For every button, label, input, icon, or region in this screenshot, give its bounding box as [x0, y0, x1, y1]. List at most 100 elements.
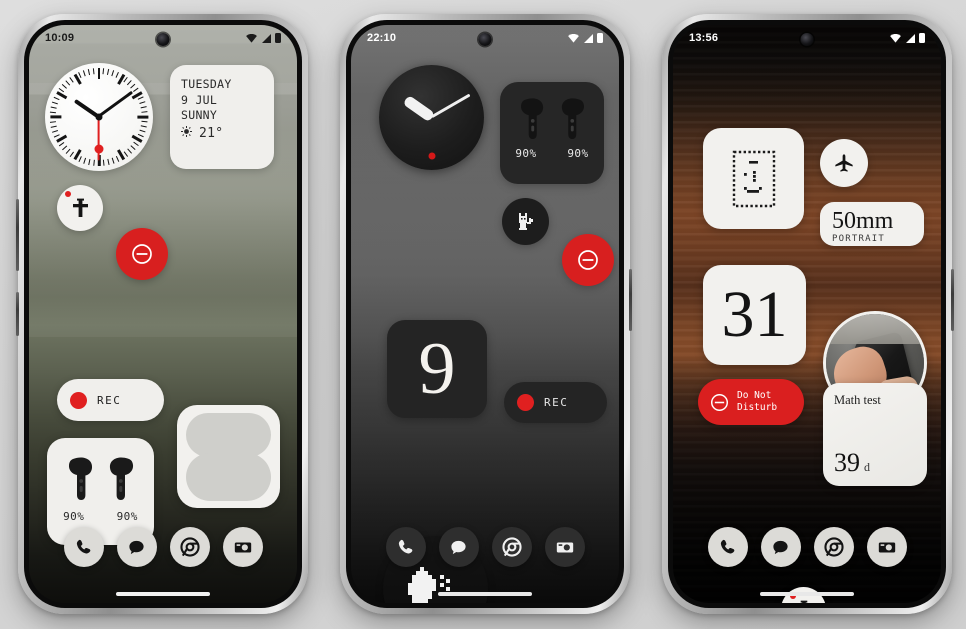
countdown-widget[interactable]: Math test 39 d: [823, 383, 927, 486]
message-bubble-icon: [773, 540, 788, 554]
weather-condition: SUNNY: [181, 108, 218, 122]
clock-minute-hand: [430, 93, 471, 119]
date-widget[interactable]: 9: [387, 320, 487, 418]
analog-clock-widget[interactable]: [45, 63, 153, 171]
minus-circle-icon: [578, 250, 598, 270]
do-not-disturb-pill[interactable]: Do Not Disturb: [698, 379, 804, 425]
dock-chrome[interactable]: [169, 527, 210, 567]
camera-lens-widget[interactable]: 50mm PORTRAIT: [820, 202, 924, 246]
earbuds-battery-widget[interactable]: 90% 90%: [500, 82, 604, 184]
do-not-disturb-toggle[interactable]: [116, 228, 168, 280]
chrome-icon: [823, 537, 844, 557]
right-earbud-battery: 90%: [567, 147, 589, 160]
flashlight-icon: [72, 198, 88, 217]
phone-bezel-3: 13:56 50mm PORTRAIT 31 Do Not Disturb Ma…: [668, 20, 946, 608]
wifi-icon: [890, 33, 901, 43]
dock-messages[interactable]: [116, 527, 157, 567]
phone-screen-2: 22:10 90% 90% 9 REC: [351, 25, 619, 603]
gesture-nav-bar-1[interactable]: [116, 592, 210, 596]
calendar-date-widget[interactable]: 31: [703, 265, 806, 365]
dock-messages[interactable]: [438, 527, 479, 567]
record-label: REC: [97, 393, 122, 407]
date-number: 9: [418, 328, 456, 410]
wifi-icon: [246, 33, 257, 43]
record-widget[interactable]: REC: [57, 379, 164, 421]
battery-icon: [275, 33, 281, 43]
phone-icon: [720, 539, 735, 554]
weather-temperature: 21°: [199, 125, 224, 141]
message-bubble-icon: [451, 540, 466, 554]
power-button-3[interactable]: [951, 269, 954, 331]
right-earbud-icon: [561, 98, 584, 140]
camera-icon: [556, 542, 573, 553]
message-bubble-icon: [129, 540, 144, 554]
status-icons-2: [568, 33, 603, 43]
case-lobe-bottom: [186, 453, 271, 501]
flashlight-icon: [800, 600, 807, 603]
dock-chrome[interactable]: [491, 527, 532, 567]
phone-device-1: 10:09 TUESDAY 9 JUL SUNNY 21° REC 90% 90…: [16, 14, 308, 614]
status-clock: 13:56: [689, 32, 719, 44]
battery-icon: [597, 33, 603, 43]
gesture-nav-bar-3[interactable]: [760, 592, 854, 596]
battery-icon: [919, 33, 925, 43]
countdown-title: Math test: [834, 393, 881, 407]
dock-chrome[interactable]: [813, 527, 854, 567]
earbuds-case-widget[interactable]: [177, 405, 280, 508]
minus-circle-icon: [710, 393, 729, 411]
cell-signal-icon: [906, 33, 915, 43]
case-lobe-top: [186, 413, 271, 457]
dock-camera[interactable]: [866, 527, 907, 567]
camera-focal-length: 50mm: [832, 208, 894, 234]
wifi-icon: [568, 33, 579, 43]
right-earbud-icon: [109, 457, 133, 500]
weather-widget[interactable]: TUESDAY 9 JUL SUNNY 21°: [170, 65, 274, 169]
flashlight-toggle[interactable]: [57, 185, 103, 231]
record-dot: [517, 394, 534, 411]
countdown-unit: d: [864, 460, 870, 474]
minus-circle-icon: [132, 244, 152, 264]
phone-device-3: 13:56 50mm PORTRAIT 31 Do Not Disturb Ma…: [662, 14, 954, 614]
airplane-mode-toggle[interactable]: [820, 139, 868, 187]
phone-face-widget[interactable]: [703, 128, 804, 229]
gesture-nav-bar-2[interactable]: [438, 592, 532, 596]
do-not-disturb-toggle[interactable]: [562, 234, 614, 286]
camera-icon: [234, 542, 251, 553]
dock-phone[interactable]: [707, 527, 748, 567]
dock-camera[interactable]: [222, 527, 263, 567]
calendar-date-number: 31: [721, 278, 788, 351]
photo-concrete-top: [826, 314, 924, 344]
dnd-label-line2: Disturb: [737, 402, 778, 413]
dock-phone[interactable]: [385, 527, 426, 567]
analog-clock-widget[interactable]: [379, 65, 484, 170]
front-camera-punchhole-2: [478, 33, 492, 46]
weather-day: TUESDAY: [181, 77, 232, 91]
phone-bezel-1: 10:09 TUESDAY 9 JUL SUNNY 21° REC 90% 90…: [24, 20, 302, 608]
record-widget[interactable]: REC: [504, 382, 607, 423]
pixel-cat-icon: [518, 212, 533, 230]
dock-phone[interactable]: [63, 527, 104, 567]
clock-second-counterweight: [94, 144, 104, 154]
phone-screen-1: 10:09 TUESDAY 9 JUL SUNNY 21° REC 90% 90…: [29, 25, 297, 603]
record-label: REC: [544, 396, 569, 409]
dock-2: [351, 527, 619, 567]
sun-icon: [181, 125, 192, 142]
phone-bezel-2: 22:10 90% 90% 9 REC: [346, 20, 624, 608]
dock-camera[interactable]: [544, 527, 585, 567]
status-icons-3: [890, 33, 925, 43]
pet-cat-toggle[interactable]: [502, 198, 549, 245]
clock-pivot: [95, 113, 103, 121]
phone-screen-3: 13:56 50mm PORTRAIT 31 Do Not Disturb Ma…: [673, 25, 941, 603]
dock-messages[interactable]: [760, 527, 801, 567]
power-button-2[interactable]: [629, 269, 632, 331]
status-clock: 22:10: [367, 32, 397, 44]
volume-buttons-1[interactable]: [16, 199, 19, 271]
status-icons-1: [246, 33, 281, 43]
front-camera-punchhole-1: [156, 33, 170, 46]
pixel-phone-face-icon: [732, 150, 775, 207]
camera-mode: PORTRAIT: [832, 234, 885, 244]
left-earbud-battery: 90%: [63, 510, 85, 523]
power-button-1[interactable]: [16, 292, 19, 336]
clock-bottom-marker: [428, 152, 435, 160]
clock-face: [45, 63, 153, 171]
